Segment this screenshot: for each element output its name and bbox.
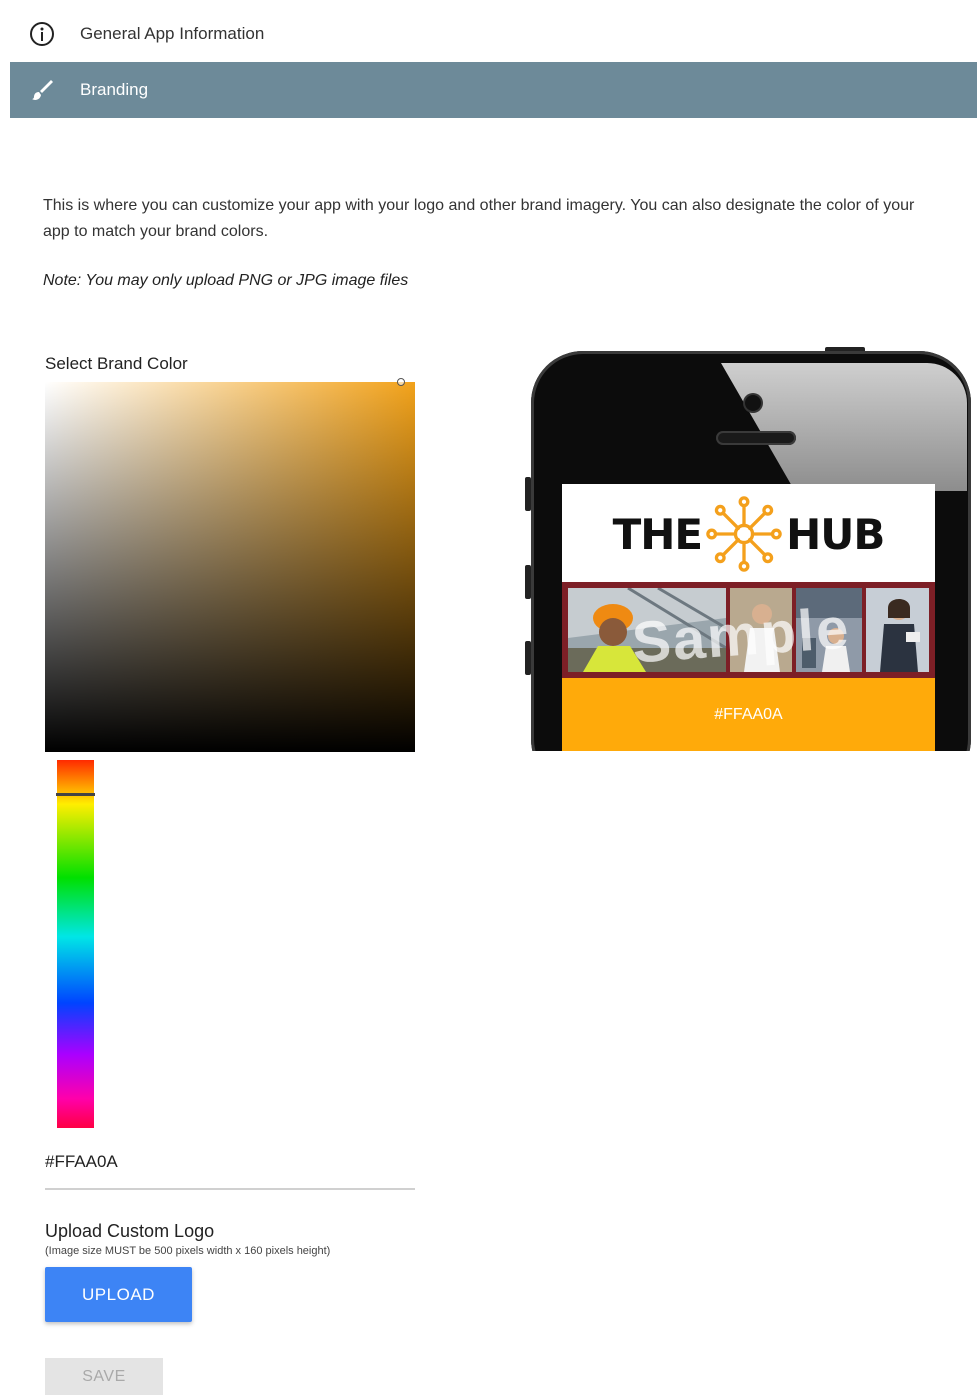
nav-item-label: General App Information [80, 24, 265, 43]
upload-size-note: (Image size MUST be 500 pixels width x 1… [45, 1245, 331, 1257]
brush-icon [28, 76, 56, 104]
saturation-value-picker[interactable] [45, 378, 415, 752]
phone-camera [745, 395, 761, 411]
upload-logo-label: Upload Custom Logo [45, 1221, 215, 1241]
hex-color-input[interactable]: #FFAA0A [45, 1152, 118, 1172]
app-logo: THE HUB [562, 484, 935, 584]
phone-screen: THE HUB Sample #FFAA0A [562, 484, 935, 751]
hue-slider-handle[interactable] [56, 793, 95, 796]
select-brand-color-label: Select Brand Color [45, 354, 188, 373]
brand-color-bar: #FFAA0A [562, 678, 935, 751]
nav-item-general-app-information[interactable]: General App Information [10, 6, 977, 62]
save-button[interactable]: SAVE [45, 1358, 163, 1395]
hub-network-icon [706, 496, 782, 572]
file-type-note: Note: You may only upload PNG or JPG ima… [43, 272, 409, 289]
upload-button[interactable]: UPLOAD [45, 1267, 192, 1322]
phone-preview: THE HUB Sample #FFAA0A [525, 345, 977, 751]
business-photo [866, 588, 929, 672]
nav-item-label: Branding [80, 80, 149, 99]
hex-input-underline [45, 1188, 415, 1190]
branding-description: This is where you can customize your app… [43, 197, 915, 240]
hue-slider[interactable] [56, 760, 95, 1128]
banner-photo-collage: Sample [562, 582, 935, 678]
phone-speaker [716, 431, 796, 445]
logo-text-right: HUB [786, 509, 885, 559]
logo-text-left: THE [612, 509, 703, 559]
phone-glare [721, 363, 967, 491]
info-icon [28, 20, 56, 48]
color-picker-cursor[interactable] [397, 378, 405, 386]
nav-item-branding[interactable]: Branding [10, 62, 977, 118]
brand-color-label: #FFAA0A [714, 705, 783, 723]
